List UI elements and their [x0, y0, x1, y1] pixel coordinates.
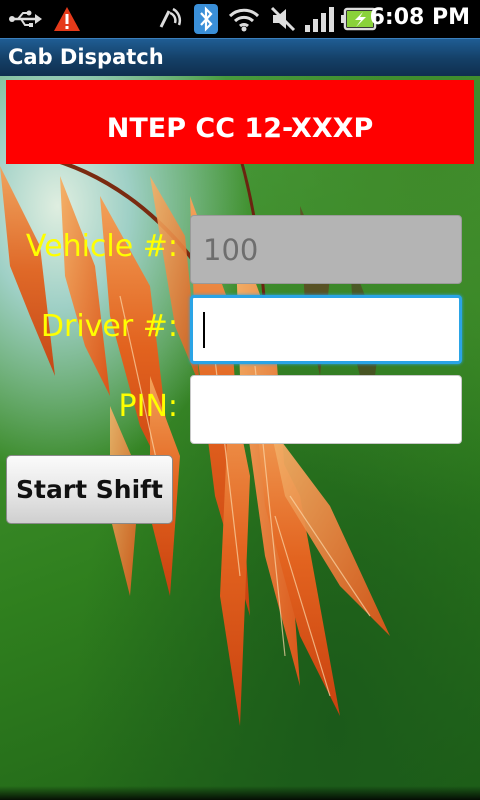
app-title-bar: Cab Dispatch — [0, 38, 480, 76]
vehicle-label: Vehicle #: — [25, 229, 178, 264]
wifi-icon — [227, 4, 261, 34]
vehicle-number-field: 100 — [190, 215, 462, 284]
vehicle-number-value: 100 — [203, 232, 259, 267]
driver-number-input[interactable] — [190, 295, 462, 364]
text-cursor — [203, 311, 205, 348]
driver-label: Driver #: — [40, 309, 178, 344]
usb-icon — [8, 4, 44, 34]
bottom-shadow — [0, 786, 480, 800]
device-id-banner: NTEP CC 12-XXXP — [6, 80, 474, 164]
banner-text: NTEP CC 12-XXXP — [106, 112, 374, 144]
status-time: 6:08 PM — [369, 5, 470, 30]
pin-input[interactable] — [190, 375, 462, 444]
mute-icon — [268, 4, 298, 34]
app-title: Cab Dispatch — [8, 45, 164, 69]
signal-icon — [303, 4, 337, 34]
pin-label: PIN: — [118, 389, 179, 424]
status-bar: 6:08 PM — [0, 0, 480, 38]
start-shift-button[interactable]: Start Shift — [6, 455, 173, 524]
nfc-icon — [154, 4, 184, 34]
bluetooth-icon — [192, 4, 220, 34]
warning-icon — [52, 4, 82, 34]
